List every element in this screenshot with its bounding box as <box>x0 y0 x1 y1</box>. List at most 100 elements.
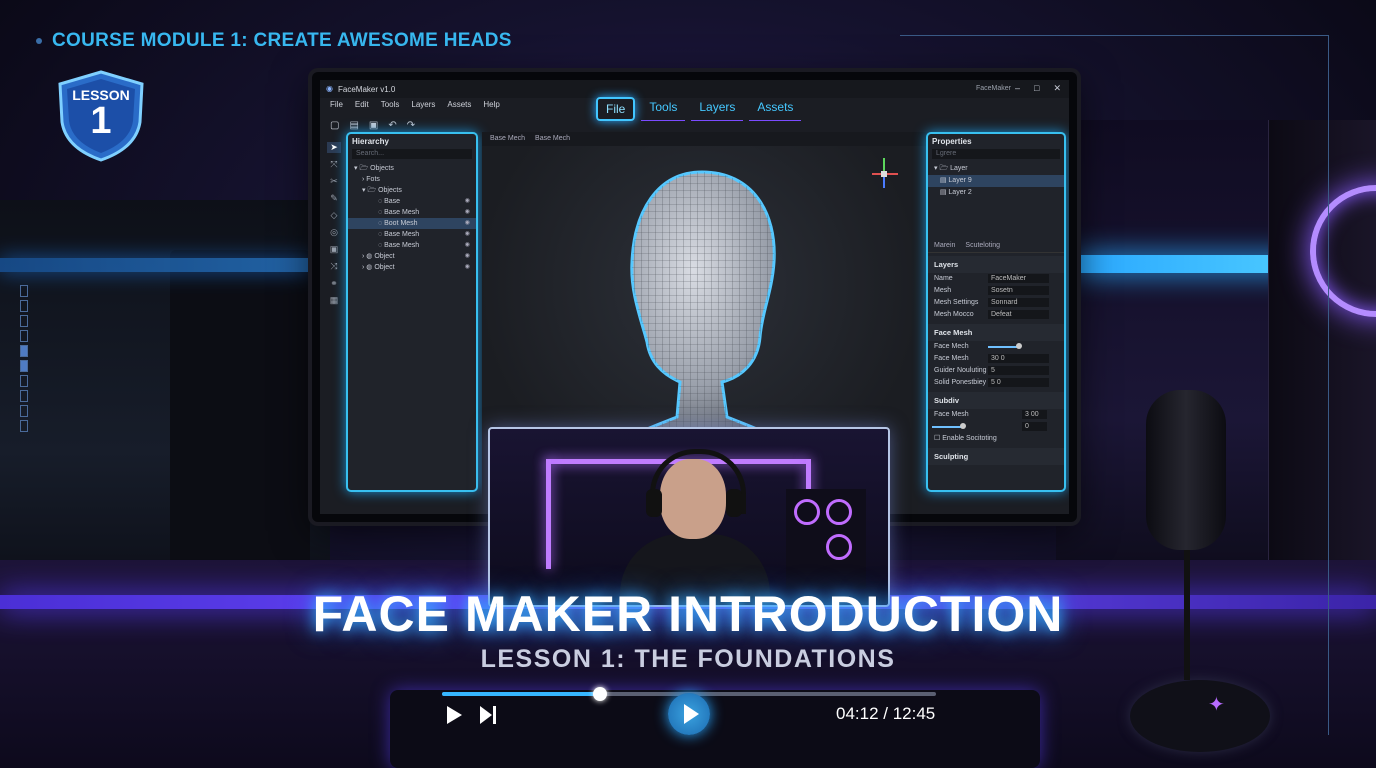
big-menu-assets[interactable]: Assets <box>749 97 802 121</box>
layer-row-selected[interactable]: ▤ Layer 9 <box>928 175 1064 187</box>
tree-row[interactable]: ◌ Base Mesh ◉ <box>348 240 476 251</box>
skip-next-icon[interactable] <box>478 704 498 726</box>
headset-ear <box>646 489 662 517</box>
field-value[interactable]: 3 00 <box>1022 410 1047 419</box>
headset-ear <box>726 489 742 517</box>
section-layers[interactable]: Layers <box>928 256 1064 273</box>
field-value[interactable]: Sonnard <box>988 298 1049 307</box>
tree-row[interactable]: › ◍ Object ◉ <box>348 251 476 262</box>
maximize-icon[interactable]: □ <box>1034 83 1039 94</box>
visibility-eye-icon[interactable]: ◉ <box>465 218 470 229</box>
hierarchy-search-input[interactable]: Search... <box>352 149 472 159</box>
section-subdiv[interactable]: Subdiv <box>928 392 1064 409</box>
window-title: FaceMaker v1.0 <box>338 84 396 94</box>
select-tool-icon[interactable]: ➤ <box>327 142 341 153</box>
shape-tool-icon[interactable]: ◇ <box>331 210 338 221</box>
field-value[interactable]: Sosetn <box>988 286 1049 295</box>
tree-row[interactable]: › ◍ Object ◉ <box>348 262 476 273</box>
tree-row-selected[interactable]: ◌ Boot Mesh ◉ <box>348 218 476 229</box>
new-file-icon[interactable]: ▢ <box>330 120 339 131</box>
section-face-mesh[interactable]: Face Mesh <box>928 324 1064 341</box>
toolbar: ▢ ▤ ▣ ↶ ↷ <box>330 120 415 131</box>
tree-row[interactable]: ▾ 🗁 Objects <box>348 163 476 174</box>
menu-bar: File Edit Tools Layers Assets Help <box>320 100 500 116</box>
head-mesh-model[interactable] <box>592 162 812 462</box>
checkbox-row[interactable]: ☐ Enable Socitoting <box>928 433 1064 445</box>
tree-row[interactable]: ▾ 🗁 Objects <box>348 185 476 196</box>
visibility-eye-icon[interactable]: ◉ <box>465 240 470 251</box>
properties-dropdown[interactable]: Lgrere <box>932 149 1060 159</box>
field-value[interactable]: 5 <box>988 366 1049 375</box>
menu-file[interactable]: File <box>330 100 343 116</box>
transform-tool-icon[interactable]: ⤨ <box>330 261 337 272</box>
visibility-eye-icon[interactable]: ◉ <box>465 262 470 273</box>
layer-row[interactable]: ▤ Layer 2 <box>928 187 1064 199</box>
big-menu-layers[interactable]: Layers <box>691 97 744 121</box>
menu-edit[interactable]: Edit <box>355 100 369 116</box>
tree-row[interactable]: ◌ Base ◉ <box>348 196 476 207</box>
menu-layers[interactable]: Layers <box>411 100 435 116</box>
mouse-logo-icon: ✦ <box>1208 694 1225 716</box>
open-folder-icon[interactable]: ▤ <box>349 120 358 131</box>
face-mesh-slider[interactable] <box>988 346 1018 348</box>
tab-main[interactable]: Marein <box>934 242 955 249</box>
playback-time: 04:12 / 12:45 <box>836 704 936 723</box>
slider-knob[interactable] <box>1016 343 1022 349</box>
axis-gizmo-icon[interactable] <box>864 152 904 194</box>
module-title-text: COURSE MODULE 1: CREATE AWESOME HEADS <box>52 30 512 51</box>
properties-panel: Properties Lgrere ▾ 🗁 Layer ▤ Layer 9 ▤ … <box>926 132 1066 492</box>
tree-row[interactable]: ◌ Base Mesh ◉ <box>348 207 476 218</box>
move-tool-icon[interactable]: ⤧ <box>330 159 337 170</box>
play-button[interactable] <box>668 693 710 735</box>
link-tool-icon[interactable]: ⚭ <box>330 278 338 289</box>
save-icon[interactable]: ▣ <box>369 120 378 131</box>
menu-tools[interactable]: Tools <box>381 100 400 116</box>
field-value[interactable]: Defeat <box>988 310 1049 319</box>
hierarchy-panel: Hierarchy Search... ▾ 🗁 Objects › Fots ▾… <box>346 132 478 492</box>
cut-tool-icon[interactable]: ✂ <box>330 176 338 187</box>
undo-icon[interactable]: ↶ <box>388 120 396 131</box>
field-value[interactable]: 5 0 <box>988 378 1049 387</box>
progress-knob[interactable] <box>593 687 608 701</box>
viewport-tabs: Base Mech Base Mech <box>482 132 926 146</box>
microphone <box>1146 390 1226 550</box>
brush-tool-icon[interactable]: ✎ <box>330 193 338 204</box>
visibility-eye-icon[interactable]: ◉ <box>465 196 470 207</box>
progress-fill <box>442 692 601 696</box>
big-menu-tools[interactable]: Tools <box>641 97 686 121</box>
hierarchy-title: Hierarchy <box>352 137 389 146</box>
grid-tool-icon[interactable]: ▦ <box>330 295 339 306</box>
tree-row[interactable]: › Fots <box>348 174 476 185</box>
viewport-tab[interactable]: Base Mech <box>490 132 525 146</box>
big-menu-file[interactable]: File <box>596 97 636 121</box>
module-title: COURSE MODULE 1: CREATE AWESOME HEADS <box>36 30 512 52</box>
section-sculpting[interactable]: Sculpting <box>928 448 1064 465</box>
visibility-eye-icon[interactable]: ◉ <box>465 251 470 262</box>
redo-icon[interactable]: ↷ <box>407 120 415 131</box>
field-value[interactable]: 0 <box>1022 422 1047 431</box>
menu-help[interactable]: Help <box>483 100 499 116</box>
slider-knob[interactable] <box>960 423 966 429</box>
cam-pc-case <box>786 489 866 589</box>
field-row: Face Mesh 3 00 <box>928 409 1064 421</box>
minimize-icon[interactable]: – <box>1015 83 1020 94</box>
hierarchy-tree: ▾ 🗁 Objects › Fots ▾ 🗁 Objects ◌ Base ◉ ◌… <box>348 163 476 273</box>
subdiv-slider[interactable] <box>932 426 962 428</box>
field-value[interactable]: 30 0 <box>988 354 1049 363</box>
sphere-tool-icon[interactable]: ◎ <box>330 227 338 238</box>
camera-tool-icon[interactable]: ▣ <box>330 244 339 255</box>
visibility-eye-icon[interactable]: ◉ <box>465 229 470 240</box>
app-logo-icon: ◉ <box>326 84 333 93</box>
layer-row[interactable]: ▾ 🗁 Layer <box>928 163 1064 175</box>
tree-row[interactable]: ◌ Base Mesh ◉ <box>348 229 476 240</box>
field-value[interactable]: FaceMaker <box>988 274 1049 283</box>
viewport-tab[interactable]: Base Mech <box>535 132 570 146</box>
video-subtitle: LESSON 1: THE FOUNDATIONS <box>480 645 896 673</box>
visibility-eye-icon[interactable]: ◉ <box>465 207 470 218</box>
menu-assets[interactable]: Assets <box>447 100 471 116</box>
tab-sculpting[interactable]: Scuteloting <box>965 242 1000 249</box>
close-icon[interactable]: ✕ <box>1053 83 1061 94</box>
play-icon[interactable] <box>444 704 464 726</box>
title-bar: ◉ FaceMaker v1.0 FaceMaker – □ ✕ <box>320 80 1069 98</box>
fan-icon <box>826 534 852 560</box>
